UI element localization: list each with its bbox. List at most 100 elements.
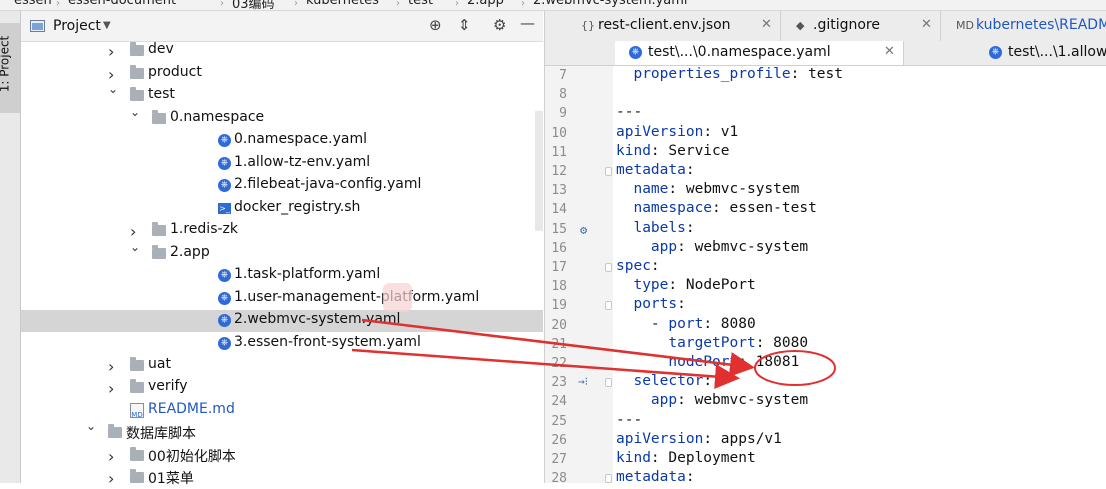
line-number: 14 (551, 202, 567, 218)
fold-marker[interactable] (605, 474, 612, 484)
project-tool-tab[interactable]: 1: Project (0, 23, 20, 113)
editor-tab[interactable]: ⎈ test\...\0.namespace.yaml ✕ (615, 41, 904, 65)
chevron-down-icon[interactable]: ▼ (103, 20, 111, 31)
code-text: ports: (633, 296, 686, 313)
kubernetes-icon: ⎈ (218, 269, 231, 282)
folder-icon (130, 447, 144, 461)
editor-tab[interactable]: {} rest-client.env.json ✕ (565, 11, 781, 41)
chevron-down-icon[interactable]: ⌄ (130, 105, 140, 119)
chevron-down-icon[interactable]: ⌄ (130, 240, 140, 254)
yaml-key: type (633, 277, 669, 294)
minimize-icon[interactable]: — (520, 14, 535, 32)
chevron-right-icon[interactable]: › (108, 357, 114, 376)
editor-tab[interactable]: ◆ .gitignore ✕ (780, 11, 941, 41)
chevron-down-icon[interactable]: ⌄ (86, 419, 96, 433)
tree-item[interactable]: › 00初始化脚本 (21, 445, 543, 467)
tree-item[interactable]: ⌄ 0.namespace (21, 105, 543, 130)
code-text: apiVersion: v1 (616, 123, 739, 140)
yaml-value: Deployment (668, 450, 756, 466)
chevron-right-icon[interactable]: › (130, 222, 136, 241)
yaml-value: v1 (720, 123, 739, 140)
tree-item[interactable]: >_ docker_registry.sh (21, 198, 543, 220)
line-number: 16 (551, 240, 567, 256)
tree-item[interactable]: › uat (21, 355, 543, 377)
tree-scrollbar[interactable] (535, 111, 543, 231)
tree-item-label: README.md (148, 401, 235, 417)
code-line: 18 type: NodePort (545, 277, 1106, 296)
tree-item[interactable]: ⎈ 2.filebeat-java-config.yaml (21, 175, 543, 197)
fold-marker[interactable] (605, 167, 612, 176)
yaml-key: labels (633, 219, 686, 236)
breadcrumb-item[interactable]: test (408, 0, 433, 8)
code-text: nodePort: 18081 (668, 354, 800, 370)
editor-tab-label: rest-client.env.json (598, 17, 731, 33)
yaml-key: namespace (633, 200, 713, 217)
tree-item[interactable]: ⎈ 3.essen-front-system.yaml (21, 333, 543, 355)
chevron-right-icon[interactable]: › (108, 42, 114, 61)
line-number: 12 (551, 164, 567, 179)
code-line: 19 ports: (545, 296, 1106, 315)
yaml-value: test (808, 66, 843, 82)
tree-item[interactable]: MD README.md (21, 400, 543, 422)
tree-item[interactable]: › dev (21, 40, 543, 62)
code-line: 13 name: webmvc-system (545, 181, 1106, 200)
breadcrumb-item[interactable]: 2.webmvc-system.yaml (533, 0, 688, 8)
tool-window-strip: 1: Project (0, 11, 21, 483)
tree-item[interactable]: › product (21, 63, 543, 85)
tree-item[interactable]: ⌄ 数据库脚本 (21, 419, 543, 444)
tree-item-label: 0.namespace.yaml (234, 131, 367, 147)
chevron-right-icon[interactable]: › (108, 379, 114, 398)
yaml-value: webmvc-system (694, 238, 809, 255)
yaml-key: kind (616, 450, 651, 466)
yaml-value: apps/v1 (720, 430, 782, 447)
tree-item[interactable]: ⎈ 1.allow-tz-env.yaml (21, 153, 543, 175)
tree-item[interactable]: ⎈ 1.user-management-platform.yaml (21, 288, 543, 310)
editor-tab[interactable]: ⎈ test\...\1.allow-tz (975, 41, 1106, 65)
close-icon[interactable]: ✕ (761, 17, 772, 32)
tree-item[interactable]: › 1.redis-zk (21, 220, 543, 242)
kubernetes-icon: ⎈ (218, 157, 231, 170)
chevron-down-icon[interactable]: ⌄ (108, 82, 118, 96)
breadcrumb-item[interactable]: essen-document (68, 0, 176, 8)
collapse-icon[interactable]: ⇕ (458, 16, 471, 34)
close-icon[interactable]: ✕ (884, 44, 895, 59)
target-icon[interactable]: ⊕ (429, 16, 442, 34)
editor-tab[interactable]: MDkubernetes\README.m (940, 11, 1106, 41)
line-number: 13 (551, 183, 567, 199)
gear-icon[interactable]: ⚙ (493, 16, 506, 34)
line-number: 15 (551, 221, 567, 237)
line-number: 19 (551, 298, 567, 314)
arrow-right-icon[interactable]: →⁝ (578, 375, 588, 388)
yaml-value: webmvc-system (694, 392, 809, 409)
tree-item[interactable]: ⎈ 0.namespace.yaml (21, 130, 543, 152)
tree-item[interactable]: ⌄ test (21, 82, 543, 107)
tree-item[interactable]: › 01菜单 (21, 467, 543, 489)
tree-item-label: 2.webmvc-system.yaml (234, 311, 401, 327)
breadcrumb-item[interactable]: essen (14, 0, 52, 8)
line-number: 27 (551, 452, 567, 467)
chevron-right-icon[interactable]: › (108, 447, 114, 466)
terminal-icon: >_ (218, 203, 231, 214)
code-editor[interactable]: 7 properties_profile: test 8 9 --- 10 apiVers… (545, 66, 1106, 486)
fold-marker[interactable] (605, 378, 612, 388)
editor-tab-label: .gitignore (813, 17, 880, 33)
close-icon[interactable]: ✕ (921, 17, 932, 32)
search-icon[interactable]: ⚙ (580, 223, 587, 237)
fold-marker[interactable] (605, 301, 612, 311)
fold-marker[interactable] (605, 263, 612, 272)
breadcrumb-item[interactable]: 03编码 (232, 0, 275, 10)
code-line: 24 app: webmvc-system (545, 392, 1106, 411)
breadcrumb-item[interactable]: 2.app (467, 0, 504, 8)
chevron-right-icon[interactable]: › (108, 469, 114, 488)
code-line: 8 (545, 85, 1106, 104)
tree-item-label: product (148, 64, 202, 80)
panel-title[interactable]: Project (53, 18, 101, 34)
breadcrumb-item[interactable]: kubernetes (306, 0, 379, 8)
code-text: spec: (616, 258, 660, 274)
tree-item[interactable]: ⎈ 1.task-platform.yaml (21, 265, 543, 287)
tree-item[interactable]: › verify (21, 377, 543, 399)
code-line: 10 apiVersion: v1 (545, 124, 1106, 143)
tree-item[interactable]: ⎈ 2.webmvc-system.yaml (21, 310, 543, 332)
tree-item[interactable]: ⌄ 2.app (21, 240, 543, 265)
tree-item-label: test (148, 86, 175, 102)
